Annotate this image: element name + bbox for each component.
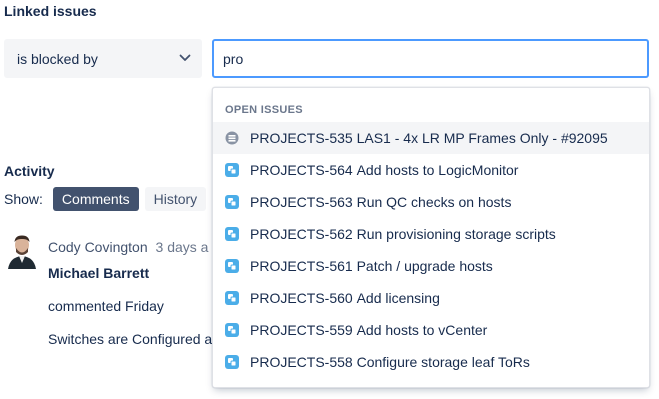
issue-key: PROJECTS-558 xyxy=(250,354,353,370)
task-icon xyxy=(225,323,239,337)
comment-time: 3 days a xyxy=(155,239,209,255)
activity-title: Activity xyxy=(4,163,55,179)
comment-mention: Michael Barrett xyxy=(48,265,150,281)
link-type-value: is blocked by xyxy=(17,50,98,67)
dropdown-item[interactable]: PROJECTS-560 Add licensing xyxy=(213,282,649,314)
issue-key: PROJECTS-564 xyxy=(250,162,353,178)
issue-summary: Configure storage leaf ToRs xyxy=(356,354,530,370)
issue-search-value: pro xyxy=(223,50,244,67)
issue-search-input[interactable]: pro xyxy=(212,39,649,78)
dropdown-heading: OPEN ISSUES xyxy=(225,104,303,116)
issue-key: PROJECTS-561 xyxy=(250,258,353,274)
comment-author[interactable]: Cody Covington xyxy=(48,239,148,255)
chevron-down-icon xyxy=(179,54,191,61)
issue-summary: Add licensing xyxy=(356,290,440,306)
dropdown-item[interactable]: PROJECTS-564 Add hosts to LogicMonitor xyxy=(213,154,649,186)
task-icon xyxy=(225,259,239,273)
epic-icon xyxy=(225,131,239,145)
tab-comments[interactable]: Comments xyxy=(52,187,139,211)
dropdown-item-partial[interactable] xyxy=(213,378,649,388)
avatar[interactable] xyxy=(6,233,38,269)
show-label: Show: xyxy=(4,191,43,207)
task-icon xyxy=(225,163,239,177)
issue-summary: Patch / upgrade hosts xyxy=(356,258,493,274)
task-icon xyxy=(225,291,239,305)
issue-search-dropdown: OPEN ISSUES PROJECTS-535 LAS1 - 4x LR MP… xyxy=(212,87,650,388)
issue-key: PROJECTS-562 xyxy=(250,226,353,242)
activity-filter: Show: Comments History xyxy=(4,187,212,211)
dropdown-item[interactable]: PROJECTS-561 Patch / upgrade hosts xyxy=(213,250,649,282)
task-icon xyxy=(225,355,239,369)
task-icon xyxy=(224,386,240,388)
issue-summary: LAS1 - 4x LR MP Frames Only - #92095 xyxy=(356,130,608,146)
dropdown-item[interactable]: PROJECTS-559 Add hosts to vCenter xyxy=(213,314,649,346)
link-type-select[interactable]: is blocked by xyxy=(4,39,202,78)
dropdown-item[interactable]: PROJECTS-558 Configure storage leaf ToRs xyxy=(213,346,649,378)
dropdown-item[interactable]: PROJECTS-562 Run provisioning storage sc… xyxy=(213,218,649,250)
issue-summary: Run QC checks on hosts xyxy=(356,194,512,210)
comment-body: Switches are Configured a xyxy=(48,331,213,347)
linked-issues-title: Linked issues xyxy=(4,3,97,19)
dropdown-item[interactable]: PROJECTS-535 LAS1 - 4x LR MP Frames Only… xyxy=(213,122,649,154)
issue-summary: Add hosts to vCenter xyxy=(356,322,488,338)
issue-key: PROJECTS-535 xyxy=(250,130,353,146)
dropdown-item[interactable]: PROJECTS-563 Run QC checks on hosts xyxy=(213,186,649,218)
issue-summary: Run provisioning storage scripts xyxy=(356,226,556,242)
issue-key: PROJECTS-560 xyxy=(250,290,353,306)
task-icon xyxy=(225,227,239,241)
task-icon xyxy=(225,195,239,209)
issue-summary: Add hosts to LogicMonitor xyxy=(356,162,519,178)
tab-history[interactable]: History xyxy=(144,187,207,211)
issue-key: PROJECTS-559 xyxy=(250,322,353,338)
issue-key: PROJECTS-563 xyxy=(250,194,353,210)
comment-meta: commented Friday xyxy=(48,298,164,314)
